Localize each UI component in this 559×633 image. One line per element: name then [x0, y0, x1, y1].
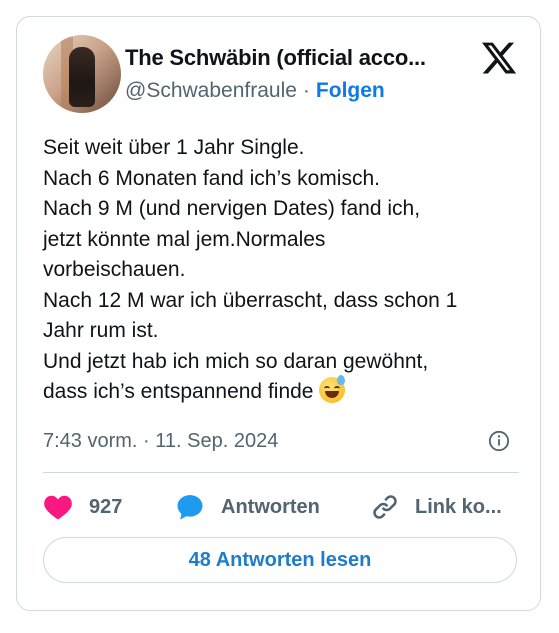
tweet-line: Nach 6 Monaten fand ich’s komisch.	[43, 166, 380, 190]
action-bar: 927 Antworten Link ko...	[17, 487, 542, 527]
speech-bubble-icon	[177, 495, 203, 520]
author-name[interactable]: The Schwäbin (official acco...	[125, 45, 426, 71]
tweet-line: Seit weit über 1 Jahr Single.	[43, 136, 305, 159]
reply-label: Antworten	[221, 495, 320, 518]
tweet-line: dass ich’s entspannend finde	[43, 380, 314, 403]
read-replies-button[interactable]: 48 Antworten lesen	[43, 537, 517, 583]
tweet-line: Nach 9 M (und nervigen Dates) fand ich,	[43, 197, 421, 220]
copy-link-button[interactable]: Link ko...	[371, 487, 502, 527]
x-logo-icon[interactable]	[480, 39, 518, 77]
author-handle[interactable]: @Schwabenfraule	[125, 79, 297, 102]
link-icon	[373, 495, 397, 519]
divider	[43, 472, 519, 473]
reply-button[interactable]: Antworten	[175, 487, 320, 527]
heart-icon	[44, 495, 72, 520]
tweet-line: jetzt könnte mal jem.Normales	[43, 227, 326, 251]
tweet-line: vorbeischauen.	[43, 258, 186, 281]
tweet-line: Und jetzt hab ich mich so daran gewöhnt,	[43, 349, 429, 373]
tweet-timestamp[interactable]: 7:43 vorm. · 11. Sep. 2024	[43, 430, 278, 453]
like-count: 927	[89, 495, 123, 518]
tweet-line: Jahr rum ist.	[43, 319, 159, 342]
meta-separator: ·	[302, 79, 310, 102]
avatar-photo-figure	[69, 47, 95, 107]
avatar[interactable]	[43, 35, 121, 113]
tweet-line-last: dass ich’s entspannend finde	[43, 375, 533, 408]
copy-link-label: Link ko...	[415, 495, 502, 518]
tweet-card: The Schwäbin (official acco... @Schwaben…	[16, 16, 541, 611]
info-icon[interactable]	[488, 430, 510, 452]
tweet-text: Seit weit über 1 Jahr Single. Nach 6 Mon…	[43, 133, 533, 408]
author-meta: @Schwabenfraule · Folgen	[125, 79, 385, 103]
sweat-smile-emoji-icon	[319, 375, 346, 403]
follow-button[interactable]: Folgen	[316, 79, 385, 102]
tweet-line: Nach 12 M war ich überrascht, dass schon…	[43, 288, 458, 312]
like-button[interactable]: 927	[43, 487, 122, 527]
